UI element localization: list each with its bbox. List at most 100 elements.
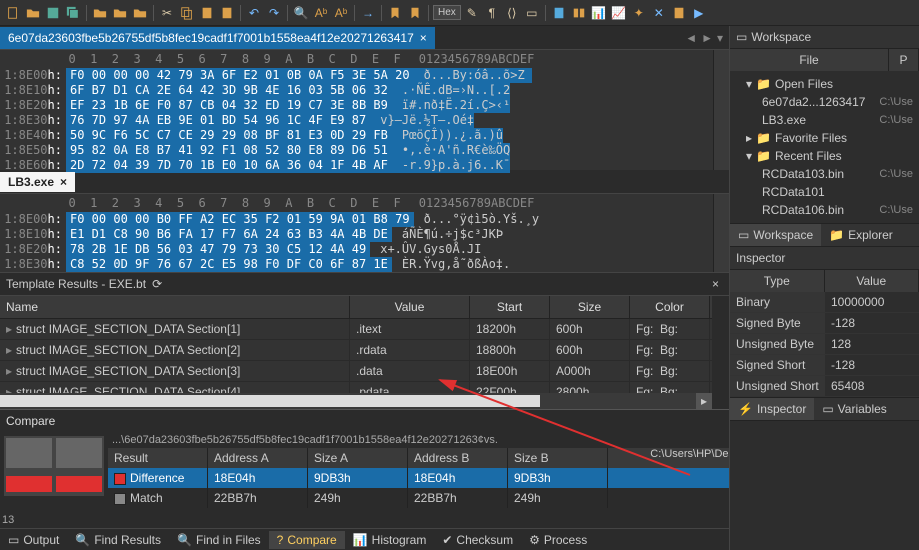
close-icon[interactable]: × xyxy=(60,175,67,189)
compare-icon[interactable] xyxy=(570,4,588,22)
folder-icon: 📁 xyxy=(829,228,844,242)
gear-icon: ⚙ xyxy=(529,533,540,547)
file-node[interactable]: RCData103.binC:\Use xyxy=(732,165,917,183)
hex-row[interactable]: 1:8E10h:6F B7 D1 CA 2E 64 42 3D 9B 4E 16… xyxy=(0,83,713,98)
folder2-icon[interactable] xyxy=(111,4,129,22)
file-node[interactable]: RCData106.binC:\Use xyxy=(732,201,917,219)
prev-tab-icon[interactable]: ◄ xyxy=(685,31,697,45)
inspector-header: Type Value xyxy=(730,270,919,292)
bolt-icon: ⚡ xyxy=(738,402,753,416)
tab-histogram[interactable]: 📊Histogram xyxy=(345,531,435,549)
hex-view-2[interactable]: 0 1 2 3 4 5 6 7 8 9 A B C D E F012345678… xyxy=(0,194,713,272)
calc-icon[interactable] xyxy=(550,4,568,22)
undo-icon[interactable]: ↶ xyxy=(245,4,263,22)
close-icon[interactable]: × xyxy=(420,31,427,45)
file1-tab[interactable]: 6e07da23603fbe5b26755df5b8fec19cadf1f700… xyxy=(0,27,435,49)
hex-row[interactable]: 1:8E40h:50 9C F6 5C C7 CE 29 29 08 BF 81… xyxy=(0,128,713,143)
hex-mode-label[interactable]: Hex xyxy=(433,5,461,20)
tab-process[interactable]: ⚙Process xyxy=(521,531,595,549)
template-row[interactable]: ▸struct IMAGE_SECTION_DATA Section[3].da… xyxy=(0,361,712,382)
copy-icon[interactable] xyxy=(178,4,196,22)
inspector-row[interactable]: Unsigned Short65408 xyxy=(730,376,919,397)
search3-icon[interactable]: Aᵇ xyxy=(332,4,350,22)
inspector-row[interactable]: Binary10000000 xyxy=(730,292,919,313)
tool-icon[interactable]: ✦ xyxy=(630,4,648,22)
open-files-node[interactable]: ▾📁Open Files xyxy=(732,75,917,93)
refresh-icon[interactable]: ⟳ xyxy=(152,277,162,291)
ruler-icon[interactable]: ▭ xyxy=(523,4,541,22)
save-icon[interactable] xyxy=(44,4,62,22)
file2-tab[interactable]: LB3.exe × xyxy=(0,172,75,192)
hex-row[interactable]: 1:8E30h:C8 52 0D 9F 76 67 2C E5 98 F0 DF… xyxy=(0,257,713,272)
recent-files-node[interactable]: ▾📁Recent Files xyxy=(732,147,917,165)
inspector-row[interactable]: Unsigned Byte128 xyxy=(730,334,919,355)
tab-find-results[interactable]: 🔍Find Results xyxy=(67,531,169,549)
tab-variables[interactable]: ▭Variables xyxy=(814,398,894,420)
hex-row[interactable]: 1:8E20h:EF 23 1B 6E F0 87 CB 04 32 ED 19… xyxy=(0,98,713,113)
hex-row[interactable]: 1:8E30h:76 7D 97 4A EB 9E 01 BD 54 96 1C… xyxy=(0,113,713,128)
edit-icon[interactable]: ✎ xyxy=(463,4,481,22)
folder-icon: 📁 xyxy=(756,149,771,163)
search-icon[interactable]: 🔍 xyxy=(292,4,310,22)
save-all-icon[interactable] xyxy=(64,4,82,22)
folder3-icon[interactable] xyxy=(131,4,149,22)
hex-row[interactable]: 1:8E60h:2D 72 04 39 7D 70 1B E0 10 6A 36… xyxy=(0,158,713,173)
scrollbar-h[interactable]: ▸ xyxy=(0,393,712,409)
next-tab-icon[interactable]: ► xyxy=(701,31,713,45)
redo-icon[interactable]: ↷ xyxy=(265,4,283,22)
tab-workspace[interactable]: ▭Workspace xyxy=(730,224,821,246)
favorite-files-node[interactable]: ▸📁Favorite Files xyxy=(732,129,917,147)
search-icon: 🔍 xyxy=(75,533,90,547)
file-node[interactable]: LB3.exeC:\Use xyxy=(732,111,917,129)
template-row[interactable]: ▸struct IMAGE_SECTION_DATA Section[4].pd… xyxy=(0,382,712,393)
hist-icon[interactable]: 📊 xyxy=(590,4,608,22)
hex-row[interactable]: 1:8E50h:95 82 0A E8 B7 41 92 F1 08 52 80… xyxy=(0,143,713,158)
tab-checksum[interactable]: ✔Checksum xyxy=(434,531,521,549)
chart-icon[interactable]: 📈 xyxy=(610,4,628,22)
compare-minimap[interactable] xyxy=(4,436,104,496)
cut-icon[interactable]: ✂ xyxy=(158,4,176,22)
script-icon[interactable] xyxy=(670,4,688,22)
template-row[interactable]: ▸struct IMAGE_SECTION_DATA Section[1].it… xyxy=(0,319,712,340)
inspector-title: Inspector xyxy=(730,247,919,270)
scrollbar-v[interactable] xyxy=(713,194,729,272)
hex-row[interactable]: 1:8E20h:78 2B 1E DB 56 03 47 79 73 30 C5… xyxy=(0,242,713,257)
file-node[interactable]: RCData101 xyxy=(732,183,917,201)
compare-icon: ? xyxy=(277,533,284,547)
hex-row[interactable]: 1:8E10h:E1 D1 C8 90 B6 FA 17 F7 6A 24 63… xyxy=(0,227,713,242)
folder-icon: 📁 xyxy=(756,131,771,145)
folder-icon[interactable] xyxy=(91,4,109,22)
bookmark-icon[interactable] xyxy=(386,4,404,22)
tab-output[interactable]: ▭Output xyxy=(0,531,67,549)
open-icon[interactable] xyxy=(24,4,42,22)
hex-row[interactable]: 1:8E00h:F0 00 00 00 42 79 3A 6F E2 01 0B… xyxy=(0,68,713,83)
bookmark2-icon[interactable] xyxy=(406,4,424,22)
paste2-icon[interactable] xyxy=(218,4,236,22)
paste-icon[interactable] xyxy=(198,4,216,22)
file-node[interactable]: 6e07da2...1263417C:\Use xyxy=(732,93,917,111)
scrollbar-v[interactable] xyxy=(713,50,729,170)
tab-explorer[interactable]: 📁Explorer xyxy=(821,224,901,246)
tab-compare[interactable]: ?Compare xyxy=(269,531,345,549)
chevron-down-icon: ▾ xyxy=(746,149,752,163)
search-icon: 🔍 xyxy=(177,533,192,547)
inspector-row[interactable]: Signed Short-128 xyxy=(730,355,919,376)
pilcrow-icon[interactable]: ¶ xyxy=(483,4,501,22)
brackets-icon[interactable]: ⟨⟩ xyxy=(503,4,521,22)
inspector-row[interactable]: Signed Byte-128 xyxy=(730,313,919,334)
tab-menu-icon[interactable]: ▾ xyxy=(717,31,723,45)
hex-row[interactable]: 1:8E00h:F0 00 00 00 B0 FF A2 EC 35 F2 01… xyxy=(0,212,713,227)
search2-icon[interactable]: Aᵇ xyxy=(312,4,330,22)
workspace-tree[interactable]: ▾📁Open Files 6e07da2...1263417C:\Use LB3… xyxy=(730,71,919,223)
tool2-icon[interactable]: ✕ xyxy=(650,4,668,22)
tab-inspector[interactable]: ⚡Inspector xyxy=(730,398,814,420)
tab-label: LB3.exe xyxy=(8,175,54,189)
workspace-tabs: ▭Workspace 📁Explorer xyxy=(730,223,919,247)
tab-find-in-files[interactable]: 🔍Find in Files xyxy=(169,531,269,549)
new-icon[interactable] xyxy=(4,4,22,22)
template-row[interactable]: ▸struct IMAGE_SECTION_DATA Section[2].rd… xyxy=(0,340,712,361)
close-icon[interactable]: × xyxy=(708,277,723,291)
run-icon[interactable]: ▶ xyxy=(690,4,708,22)
hex-view-1[interactable]: 0 1 2 3 4 5 6 7 8 9 A B C D E F012345678… xyxy=(0,50,713,170)
goto-icon[interactable]: → xyxy=(359,4,377,22)
